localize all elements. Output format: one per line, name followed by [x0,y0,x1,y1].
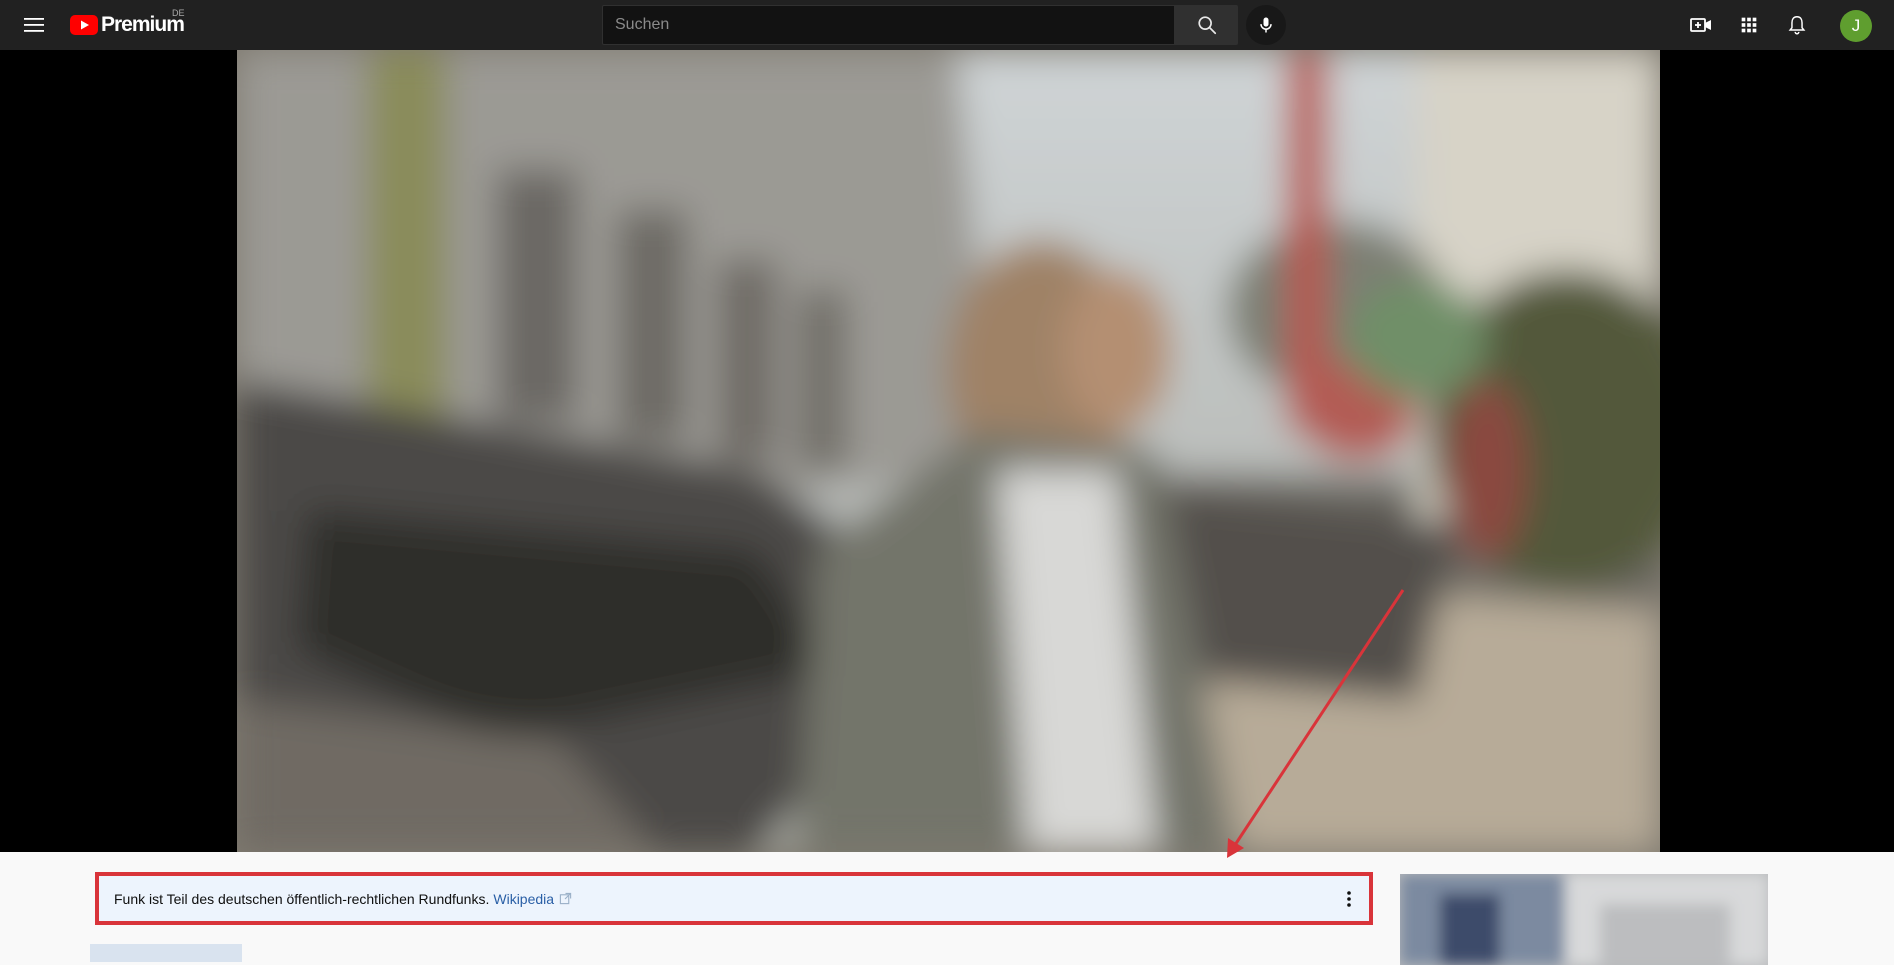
avatar[interactable]: J [1840,10,1872,42]
youtube-premium-logo[interactable]: Premium DE [70,8,185,39]
voice-search-button[interactable] [1246,5,1286,45]
more-options-button[interactable] [1339,888,1359,910]
create-video-icon [1690,18,1711,32]
search-icon [1197,16,1216,35]
notifications-bell-icon [1788,16,1806,35]
youtube-logo-icon [70,15,98,35]
search-button[interactable] [1175,5,1238,45]
recommended-video-thumbnail[interactable] [1400,874,1768,965]
apps-grid-icon [1741,17,1757,33]
watch-page-content: Funk ist Teil des deutschen öffentlich-r… [0,852,1894,965]
apps-button[interactable] [1734,10,1764,40]
search-input[interactable] [602,5,1175,45]
blurred-video-image [237,50,1660,852]
info-panel-text: Funk ist Teil des deutschen öffentlich-r… [114,890,490,907]
wikipedia-link[interactable]: Wikipedia [493,891,554,907]
top-bar: Premium DE Suchen J [0,0,1894,50]
video-player[interactable] [0,50,1894,852]
video-frame[interactable] [237,50,1660,852]
more-options-icon [1347,891,1351,907]
microphone-icon [1260,17,1272,33]
information-panel: Funk ist Teil des deutschen öffentlich-r… [95,872,1373,925]
blurred-thumbnail-image [1400,874,1768,965]
menu-icon[interactable] [19,10,49,40]
external-link-icon[interactable] [559,892,572,905]
create-video-button[interactable] [1686,10,1716,40]
logo-country-code: DE [172,8,185,18]
video-title-placeholder [90,944,242,962]
notifications-button[interactable] [1782,10,1812,40]
